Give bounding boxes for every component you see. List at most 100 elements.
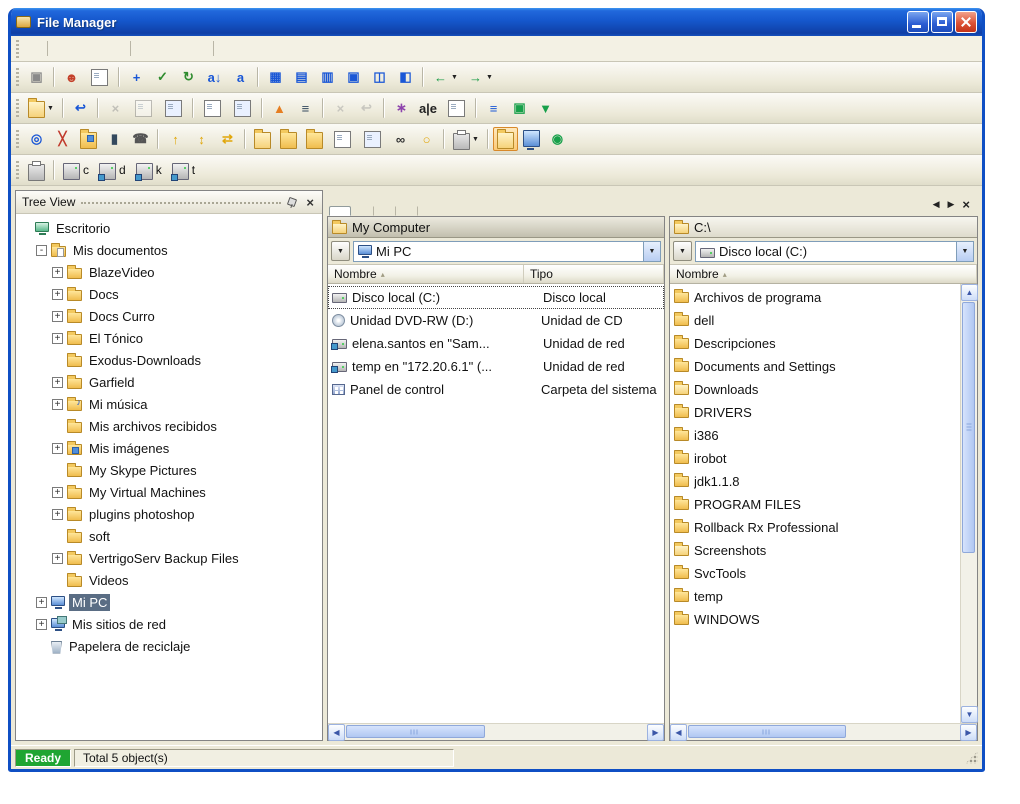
tree-toggle[interactable]: +	[52, 310, 63, 322]
toolbar-separator[interactable]	[443, 129, 445, 149]
copy-document-button[interactable]	[328, 127, 357, 151]
temp[interactable]: temp	[670, 585, 960, 608]
tree-item[interactable]: Mis archivos recibidos	[16, 415, 322, 437]
history-button[interactable]: ≡	[293, 96, 318, 120]
filter-button[interactable]: ▼	[533, 96, 558, 120]
maximize-button[interactable]	[931, 11, 953, 33]
SvcTools[interactable]: SvcTools	[670, 562, 960, 585]
tree-item[interactable]: soft	[16, 525, 322, 547]
tree-item[interactable]: + El Tónico	[16, 327, 322, 349]
vertical-scrollbar-right[interactable]: ▲ ▼	[960, 284, 978, 723]
tree-item[interactable]: Exodus-Downloads	[16, 349, 322, 371]
tree-item[interactable]: + BlazeVideo	[16, 261, 322, 283]
tree-toggle[interactable]	[52, 355, 63, 366]
tab-close-button[interactable]: ×	[960, 197, 972, 212]
menu-item[interactable]	[107, 46, 125, 52]
toolbar-grip[interactable]	[16, 68, 19, 86]
tree-toggle[interactable]: +	[36, 596, 47, 608]
scroll-right-button[interactable]: ▶	[647, 724, 664, 741]
view-large-icons-button[interactable]: ▦	[263, 65, 288, 89]
Downloads[interactable]: Downloads	[670, 378, 960, 401]
toolbar-separator[interactable]	[53, 67, 55, 87]
wizard-button[interactable]: ∗	[389, 96, 414, 120]
globe-button[interactable]: ◉	[545, 127, 570, 151]
tab[interactable]	[329, 206, 351, 216]
tree-toggle[interactable]: +	[52, 332, 63, 344]
menu-separator[interactable]	[47, 41, 48, 56]
tree-item[interactable]: + Mis imágenes	[16, 437, 322, 459]
i386[interactable]: i386	[670, 424, 960, 447]
PROGRAM FILES[interactable]: PROGRAM FILES	[670, 493, 960, 516]
tree-item[interactable]: Escritorio	[16, 217, 322, 239]
burn-button[interactable]: ▲	[267, 96, 292, 120]
toolbar-separator[interactable]	[257, 67, 259, 87]
toolbar-separator[interactable]	[191, 98, 194, 118]
elena.santos en "Sam...[interactable]: elena.santos en "Sam... Unidad de red	[328, 332, 664, 355]
column-nombre[interactable]: Nombre ▴	[328, 265, 524, 283]
horizontal-scrollbar-left[interactable]: ◀ ▶	[328, 723, 664, 741]
dell[interactable]: dell	[670, 309, 960, 332]
scrollbar-thumb[interactable]	[346, 725, 485, 738]
Descripciones[interactable]: Descripciones	[670, 332, 960, 355]
toolbar-separator[interactable]	[53, 160, 55, 180]
tree-toggle[interactable]: -	[36, 244, 47, 256]
drive-t-button[interactable]: t	[168, 158, 200, 182]
undo-button[interactable]: ↩	[354, 96, 379, 120]
Panel de control[interactable]: Panel de control Carpeta del sistema	[328, 378, 664, 401]
irobot[interactable]: irobot	[670, 447, 960, 470]
DRIVERS[interactable]: DRIVERS	[670, 401, 960, 424]
copy-folder-button[interactable]	[276, 127, 301, 151]
copy-to-button[interactable]	[198, 96, 227, 120]
toolbar-separator[interactable]	[61, 98, 64, 118]
tree-toggle[interactable]: +	[52, 442, 63, 454]
open-folder-button[interactable]	[250, 127, 275, 151]
Archivos de programa[interactable]: Archivos de programa	[670, 286, 960, 309]
tab[interactable]	[417, 206, 439, 216]
tree-item[interactable]: + Mi música	[16, 393, 322, 415]
menu-grip[interactable]	[16, 39, 19, 58]
tree-toggle[interactable]	[52, 575, 63, 586]
toolbar-grip[interactable]	[16, 130, 19, 148]
drive-combobox-right[interactable]: Disco local (C:) ▼	[695, 240, 974, 262]
view-list-button[interactable]: ▥	[315, 65, 340, 89]
tree-item[interactable]: My Skype Pictures	[16, 459, 322, 481]
menu-item[interactable]	[190, 46, 208, 52]
path-bar-left[interactable]: My Computer	[328, 217, 664, 238]
toolbar-separator[interactable]	[96, 98, 99, 118]
refresh-button[interactable]: ↻	[176, 65, 201, 89]
tree-item[interactable]: - Mis documentos	[16, 239, 322, 261]
tree-toggle[interactable]: +	[52, 486, 63, 498]
checklist-button[interactable]: ✓	[150, 65, 175, 89]
toolbar-separator[interactable]	[244, 129, 246, 149]
column-nombre[interactable]: Nombre ▴	[670, 265, 977, 283]
scroll-right-button[interactable]: ▶	[960, 724, 977, 741]
scrollbar-thumb[interactable]	[688, 725, 847, 738]
add-button[interactable]: +	[124, 65, 149, 89]
back-button[interactable]: ← ▼	[428, 65, 462, 89]
menu-separator[interactable]	[130, 41, 131, 56]
tree-item[interactable]: + My Virtual Machines	[16, 481, 322, 503]
menu-item[interactable]	[172, 46, 190, 52]
invert-selection-button[interactable]: ▣	[507, 96, 532, 120]
print-button[interactable]: ▼	[449, 127, 483, 151]
monitor-button[interactable]	[519, 127, 544, 151]
menu-item[interactable]	[237, 46, 255, 52]
tree-item[interactable]: + Mi PC	[16, 591, 322, 613]
history-dropdown-button[interactable]: ▼	[673, 241, 692, 261]
new-document-button[interactable]	[85, 65, 114, 89]
tree-toggle[interactable]	[52, 421, 63, 432]
minimize-button[interactable]	[907, 11, 929, 33]
document-list-button[interactable]	[358, 127, 387, 151]
move-to-button[interactable]	[228, 96, 257, 120]
toolbar-separator[interactable]	[382, 98, 385, 118]
phone-button[interactable]: ☎	[128, 127, 153, 151]
menu-item[interactable]	[219, 46, 237, 52]
menu-item[interactable]	[24, 46, 42, 52]
view-small-icons-button[interactable]: ▤	[289, 65, 314, 89]
WINDOWS[interactable]: WINDOWS	[670, 608, 960, 631]
properties-button[interactable]	[442, 96, 471, 120]
tree-item[interactable]: Papelera de reciclaje	[16, 635, 322, 657]
sync-button[interactable]: ↕	[189, 127, 214, 151]
toolbar-separator[interactable]	[422, 67, 424, 87]
toolbar-separator[interactable]	[157, 129, 159, 149]
